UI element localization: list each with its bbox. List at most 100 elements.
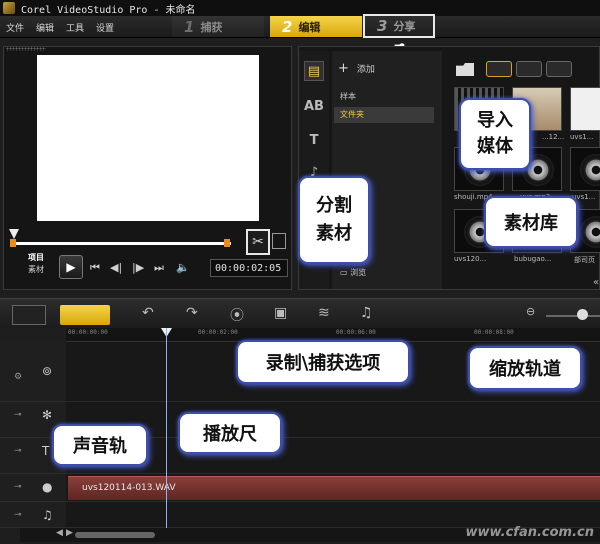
add-folder-button[interactable]: + 添加	[338, 61, 375, 76]
callout-voice-track: 声音轨	[52, 424, 148, 466]
lock-icon[interactable]: ⊸	[14, 510, 22, 520]
show-video-icon[interactable]	[486, 61, 512, 77]
zoom-out-icon[interactable]: ⊖	[526, 305, 535, 318]
scissors-icon: ✂	[252, 234, 264, 250]
end-icon[interactable]: ⏭	[154, 261, 164, 275]
transition-tab-icon[interactable]: AB	[304, 97, 324, 117]
panel-grip[interactable]	[6, 47, 46, 51]
scroll-left-icon[interactable]: ◀	[56, 528, 63, 538]
previous-frame-icon[interactable]: ◀|	[110, 261, 122, 274]
disc-icon	[580, 154, 600, 186]
zoom-slider[interactable]	[546, 315, 600, 317]
step-label: 编辑	[298, 20, 321, 34]
storyboard-view-button[interactable]	[12, 305, 46, 325]
step-number: 3	[377, 17, 388, 35]
menu-file[interactable]: 文件	[6, 21, 24, 34]
thumb-name: uvs1...	[570, 133, 594, 141]
main-menu: 文件 编辑 工具 设置	[6, 21, 114, 34]
enlarge-preview-icon[interactable]	[272, 233, 286, 249]
lock-icon[interactable]: ⊸	[14, 446, 22, 456]
video-track-icon: ⊚	[42, 364, 53, 378]
lock-icon[interactable]: ⊸	[14, 410, 22, 420]
audio-waveform-icon[interactable]: ≋	[318, 305, 330, 321]
plus-icon: +	[338, 61, 349, 76]
mode-project[interactable]: 项目	[28, 252, 44, 264]
timeline-view-button[interactable]	[60, 305, 110, 325]
thumb-name: uvs120...	[454, 255, 487, 263]
library-thumb[interactable]	[570, 147, 600, 191]
track-header-voice: ⊸ ●	[0, 474, 66, 502]
sound-mixer-icon[interactable]: ▣	[274, 305, 287, 321]
step-label: 捕获	[200, 20, 223, 34]
watermark: www.cfan.com.cn	[465, 525, 594, 540]
scrollbar-thumb[interactable]	[75, 532, 155, 538]
track-header-music: ⊸ ♫	[0, 502, 66, 528]
trim-start-handle[interactable]	[10, 239, 16, 247]
step-number: 2	[282, 17, 293, 36]
callout-record-capture: 录制\捕获选项	[236, 340, 410, 384]
track-options-icon[interactable]: ⚙	[14, 372, 22, 382]
show-photo-icon[interactable]	[516, 61, 542, 77]
scroll-right-icon[interactable]: ▶	[66, 528, 73, 538]
lock-icon[interactable]: ⊸	[14, 482, 22, 492]
callout-library: 素材库	[484, 196, 578, 248]
library-thumbnails: ...12... uvs1... shouji.mp4 uvs.mp3 uvs1…	[446, 51, 600, 289]
preview-panel: ✂ 项目 素材 ▶ ⏮ ◀| |▶ ⏭ 🔈 00:00:02:05	[3, 46, 292, 290]
videostudio-window: Corel VideoStudio Pro - 未命名 文件 编辑 工具 设置 …	[0, 0, 600, 544]
volume-icon[interactable]: 🔈	[176, 261, 190, 274]
callout-scrubber: 播放尺	[178, 412, 282, 454]
title-tab-icon[interactable]: T	[304, 131, 324, 151]
zoom-slider-knob[interactable]	[577, 309, 588, 320]
play-icon: ▶	[66, 260, 76, 274]
scrubber-marker-icon[interactable]	[9, 229, 19, 239]
play-button[interactable]: ▶	[59, 255, 83, 279]
step-label: 分享	[393, 20, 416, 33]
playhead-line[interactable]	[166, 328, 167, 528]
callout-split-clip: 分割 素材	[298, 176, 370, 264]
menu-settings[interactable]: 设置	[96, 21, 114, 34]
record-capture-icon[interactable]: ⦿	[230, 305, 244, 325]
audio-clip-name: uvs120114-013.WAV	[82, 483, 176, 493]
browse-label: 浏览	[350, 268, 367, 277]
preview-screen	[37, 55, 259, 221]
undo-icon[interactable]: ↶	[142, 305, 154, 321]
step-tab-capture[interactable]: 1 捕获	[172, 16, 264, 37]
add-label: 添加	[356, 65, 375, 75]
music-track-icon: ♫	[42, 508, 53, 522]
media-tab-icon[interactable]: ▤	[304, 61, 324, 81]
menu-tools[interactable]: 工具	[66, 21, 84, 34]
title-bar: Corel VideoStudio Pro - 未命名	[0, 0, 600, 16]
ruler-label: 00:00:00:00	[68, 329, 108, 336]
ruler-label: 00:00:08:00	[474, 329, 514, 336]
step-number: 1	[184, 17, 195, 36]
title-track-icon: T	[42, 444, 50, 458]
audio-clip[interactable]: uvs120114-013.WAV	[68, 476, 600, 500]
folder-item-samples[interactable]: 样本	[334, 89, 434, 105]
menu-bar: 文件 编辑 工具 设置 1 捕获 2 编辑 3 分享	[0, 14, 600, 38]
timecode-field[interactable]: 00:00:02:05	[210, 259, 288, 277]
trim-end-handle[interactable]	[224, 239, 230, 247]
step-tab-share[interactable]: 3 分享	[363, 14, 435, 38]
home-icon[interactable]: ⏮	[90, 261, 100, 275]
collapse-library-icon[interactable]: «	[593, 277, 600, 288]
redo-icon[interactable]: ↷	[186, 305, 198, 321]
browse-button[interactable]: ▭ 浏览	[340, 267, 366, 278]
auto-music-icon[interactable]: ♫	[360, 305, 373, 321]
mode-clip[interactable]: 素材	[28, 264, 44, 276]
overlay-track-icon: ✻	[42, 408, 53, 422]
menu-edit[interactable]: 编辑	[36, 21, 54, 34]
callout-import-media: 导入 媒体	[459, 98, 531, 170]
disc-icon	[580, 216, 600, 248]
callout-zoom-track: 缩放轨道	[468, 346, 582, 390]
next-frame-icon[interactable]: |▶	[132, 261, 144, 274]
ruler-label: 00:00:02:00	[198, 329, 238, 336]
play-mode-selector: 项目 素材	[28, 252, 44, 276]
step-tab-edit[interactable]: 2 编辑	[270, 16, 362, 37]
split-clip-button[interactable]: ✂	[246, 229, 270, 255]
folder-item-folder[interactable]: 文件夹	[334, 107, 434, 123]
library-thumb[interactable]	[570, 87, 600, 131]
import-folder-icon[interactable]	[456, 63, 474, 76]
scrub-bar[interactable]	[13, 242, 231, 245]
timecode-value: 00:00:02:05	[215, 262, 282, 274]
show-audio-icon[interactable]	[546, 61, 572, 77]
